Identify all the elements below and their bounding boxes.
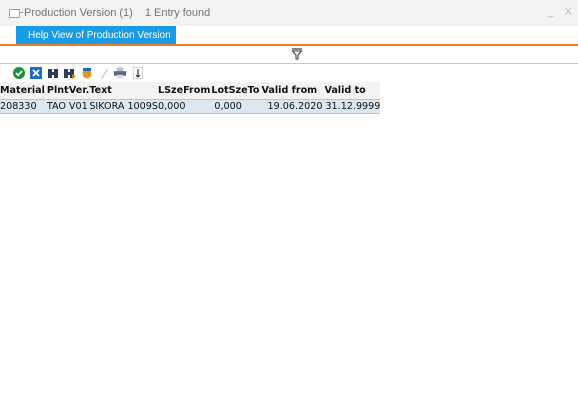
bookmark-icon[interactable] <box>97 67 110 80</box>
cell-material: 208330 <box>0 99 45 114</box>
window-title: Production Version (1) 1 Entry found <box>24 7 210 19</box>
print-icon[interactable] <box>114 67 127 80</box>
find-icon[interactable] <box>46 67 59 80</box>
col-version[interactable]: Ver. <box>68 82 90 100</box>
cell-plant: TAO <box>44 99 69 114</box>
add-to-list-icon[interactable] <box>80 67 93 80</box>
tab-help-view[interactable]: Help View of Production Version <box>16 26 176 45</box>
col-lot-size-to[interactable]: LotSzeTo <box>210 82 260 100</box>
toolbar <box>12 66 144 80</box>
cell-lot-size-to: 0,000 <box>210 99 260 114</box>
results-table: Material Plnt Ver. Text LSzeFrom LotSzeT… <box>0 82 381 114</box>
table-row[interactable]: 208330 TAO V01 SIKORA 1009S 0,000 0,000 … <box>0 99 381 114</box>
col-lot-size-from[interactable]: LSzeFrom <box>157 82 211 100</box>
tab-strip: Help View of Production Version <box>0 26 578 46</box>
col-text[interactable]: Text <box>89 82 158 100</box>
cell-valid-to: 31.12.9999 <box>322 99 381 114</box>
col-valid-to[interactable]: Valid to <box>322 82 381 100</box>
col-material[interactable]: Material <box>0 82 45 100</box>
check-icon[interactable] <box>12 67 25 80</box>
title-bar: Production Version (1) 1 Entry found _ X <box>0 0 578 26</box>
dialog-icon <box>9 9 23 18</box>
cell-text: SIKORA 1009S <box>89 99 158 114</box>
sort-icon[interactable] <box>131 67 144 80</box>
window-title-label: Production Version (1) <box>24 7 133 19</box>
cell-version: V01 <box>68 99 90 114</box>
col-plant[interactable]: Plnt <box>44 82 69 100</box>
cell-valid-from: 19.06.2020 <box>259 99 323 114</box>
cancel-icon[interactable] <box>29 67 42 80</box>
col-valid-from[interactable]: Valid from <box>259 82 323 100</box>
filter-row <box>0 46 578 62</box>
divider <box>0 63 578 64</box>
cell-lot-size-from: 0,000 <box>157 99 211 114</box>
entry-count: 1 Entry found <box>144 7 211 19</box>
table-header-row: Material Plnt Ver. Text LSzeFrom LotSzeT… <box>0 82 381 100</box>
find-next-icon[interactable] <box>63 67 76 80</box>
filter-funnel-icon[interactable] <box>291 48 303 60</box>
window-controls[interactable]: _ X <box>547 6 576 18</box>
